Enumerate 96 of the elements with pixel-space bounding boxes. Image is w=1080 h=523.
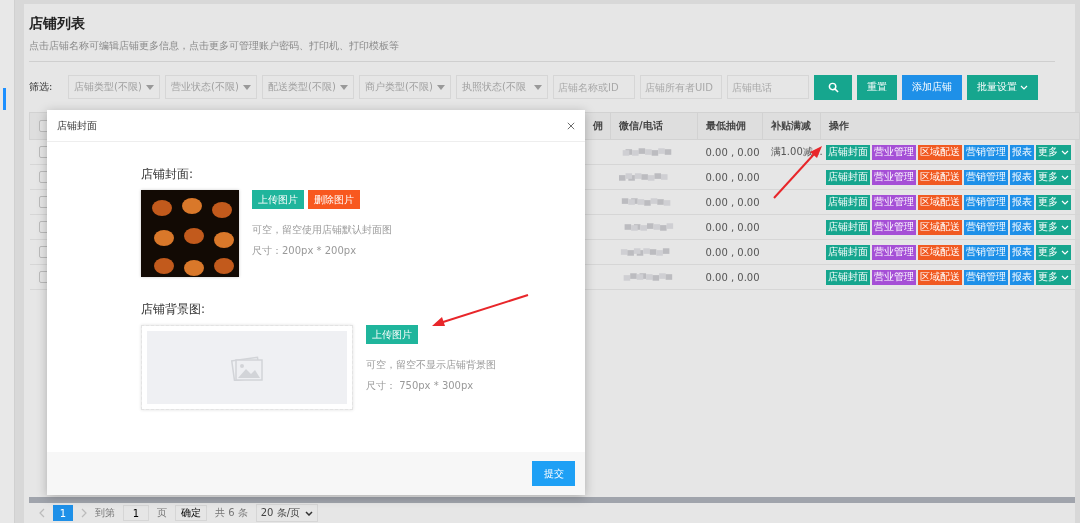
column-header: 最低抽佣 bbox=[706, 120, 746, 131]
action-button[interactable]: 营业管理 bbox=[871, 269, 916, 285]
chevron-down-icon bbox=[1020, 84, 1028, 90]
action-button[interactable]: 营销管理 bbox=[963, 144, 1008, 160]
prev-page-icon[interactable] bbox=[39, 508, 45, 518]
total-count: 共 6 条 bbox=[215, 506, 248, 520]
column-header: 补贴满减 bbox=[771, 120, 811, 131]
dropdown-icon bbox=[534, 84, 542, 90]
action-button[interactable]: 店铺封面 bbox=[825, 144, 870, 160]
confirm-button[interactable]: 确定 bbox=[175, 505, 207, 521]
section-label: 店铺背景图: bbox=[141, 301, 207, 317]
action-button[interactable]: 区域配送 bbox=[917, 219, 962, 235]
action-button[interactable]: 区域配送 bbox=[917, 244, 962, 260]
action-button[interactable]: 更多 bbox=[1035, 194, 1071, 210]
action-button[interactable]: 店铺封面 bbox=[825, 219, 870, 235]
hint-text: 可空，留空使用店铺默认封面图 bbox=[252, 223, 392, 237]
action-button[interactable]: 更多 bbox=[1035, 144, 1071, 160]
chevron-down-icon bbox=[1060, 149, 1069, 155]
page-size-select[interactable]: 20 条/页 bbox=[255, 504, 318, 522]
next-page-icon[interactable] bbox=[81, 508, 87, 518]
section-label: 店铺封面: bbox=[141, 166, 195, 182]
action-button[interactable]: 营业管理 bbox=[871, 194, 916, 210]
filter-label: 筛选: bbox=[29, 80, 54, 94]
action-button[interactable]: 营业管理 bbox=[871, 219, 916, 235]
table-cell: 0.00 , 0.00 bbox=[705, 221, 760, 233]
page-input[interactable]: 1 bbox=[123, 505, 149, 521]
page-subtitle: 点击店铺名称可编辑店铺更多信息，点击更多可管理账户密码、打印机、打印模板等 bbox=[29, 39, 1055, 62]
action-button[interactable]: 营销管理 bbox=[963, 269, 1008, 285]
action-button[interactable]: 报表 bbox=[1009, 219, 1034, 235]
hint-text: 尺寸：200px * 200px bbox=[252, 244, 358, 258]
action-button[interactable]: 店铺封面 bbox=[825, 194, 870, 210]
scrollbar[interactable] bbox=[29, 497, 1075, 503]
action-button[interactable]: 区域配送 bbox=[917, 269, 962, 285]
hint-text: 可空，留空不显示店铺背景图 bbox=[366, 358, 496, 372]
action-button[interactable]: 店铺封面 bbox=[825, 244, 870, 260]
column-header: 微信/电话 bbox=[619, 120, 663, 131]
action-button[interactable]: 营销管理 bbox=[963, 244, 1008, 260]
action-button[interactable]: 营销管理 bbox=[963, 169, 1008, 185]
page-unit: 页 bbox=[157, 506, 167, 520]
action-button[interactable]: 报表 bbox=[1009, 194, 1034, 210]
hint-text: 尺寸： 750px * 300px bbox=[366, 379, 475, 393]
arrow bbox=[773, 146, 822, 199]
action-button[interactable]: 更多 bbox=[1035, 269, 1071, 285]
table-cell: 0.00 , 0.00 bbox=[705, 246, 760, 258]
search-icon bbox=[827, 81, 839, 93]
action-button[interactable]: 营业管理 bbox=[871, 169, 916, 185]
table-cell: 0.00 , 0.00 bbox=[705, 271, 760, 283]
dropdown-icon bbox=[243, 84, 251, 90]
upload-button[interactable]: 上传图片 bbox=[252, 190, 304, 209]
table-cell: 0.00 , 0.00 bbox=[705, 171, 760, 183]
chevron-down-icon bbox=[1060, 274, 1069, 280]
action-button[interactable]: 营销管理 bbox=[963, 219, 1008, 235]
page-title: 店铺列表 bbox=[29, 14, 86, 33]
action-button[interactable]: 更多 bbox=[1035, 244, 1071, 260]
filter-button[interactable]: 重置 bbox=[857, 74, 897, 100]
chevron-down-icon bbox=[1060, 199, 1069, 205]
image-icon bbox=[231, 354, 263, 381]
chevron-down-icon bbox=[1060, 174, 1069, 180]
image-placeholder[interactable] bbox=[141, 325, 353, 410]
table-cell: 满1.00减… bbox=[770, 146, 823, 157]
action-button[interactable]: 更多 bbox=[1035, 169, 1071, 185]
action-button[interactable]: 更多 bbox=[1035, 219, 1071, 235]
goto-label: 到第 bbox=[95, 506, 115, 520]
search-button[interactable] bbox=[814, 74, 852, 100]
filter-button[interactable]: 批量设置 bbox=[967, 74, 1038, 100]
dropdown-icon bbox=[437, 84, 445, 90]
table-cell: 0.00 , 0.00 bbox=[705, 196, 760, 208]
table-cell: 0.00 , 0.00 bbox=[705, 146, 760, 158]
action-button[interactable]: 店铺封面 bbox=[825, 169, 870, 185]
chevron-down-icon bbox=[305, 510, 313, 516]
filter-select[interactable]: 执照状态(不限 bbox=[456, 75, 548, 99]
column-header: 操作 bbox=[829, 120, 849, 131]
modal-title: 店铺封面 bbox=[57, 118, 97, 133]
action-button[interactable]: 区域配送 bbox=[917, 169, 962, 185]
upload-button[interactable]: 上传图片 bbox=[366, 325, 418, 344]
action-button[interactable]: 报表 bbox=[1009, 244, 1034, 260]
submit-button[interactable]: 提交 bbox=[532, 461, 575, 486]
column-header: 佣 bbox=[593, 120, 603, 131]
action-button[interactable]: 报表 bbox=[1009, 169, 1034, 185]
action-button[interactable]: 营业管理 bbox=[871, 144, 916, 160]
filter-button[interactable]: 添加店铺 bbox=[902, 74, 962, 100]
action-button[interactable]: 报表 bbox=[1009, 269, 1034, 285]
active-indicator bbox=[3, 88, 6, 110]
action-button[interactable]: 店铺封面 bbox=[825, 269, 870, 285]
close-icon[interactable] bbox=[567, 121, 575, 130]
chevron-down-icon bbox=[1060, 224, 1069, 230]
chevron-down-icon bbox=[1060, 249, 1069, 255]
action-button[interactable]: 报表 bbox=[1009, 144, 1034, 160]
page-number[interactable]: 1 bbox=[53, 505, 73, 521]
upload-button[interactable]: 删除图片 bbox=[308, 190, 360, 209]
action-button[interactable]: 区域配送 bbox=[917, 144, 962, 160]
action-button[interactable]: 营销管理 bbox=[963, 194, 1008, 210]
action-button[interactable]: 营业管理 bbox=[871, 244, 916, 260]
dropdown-icon bbox=[146, 84, 154, 90]
dropdown-icon bbox=[340, 84, 348, 90]
action-button[interactable]: 区域配送 bbox=[917, 194, 962, 210]
